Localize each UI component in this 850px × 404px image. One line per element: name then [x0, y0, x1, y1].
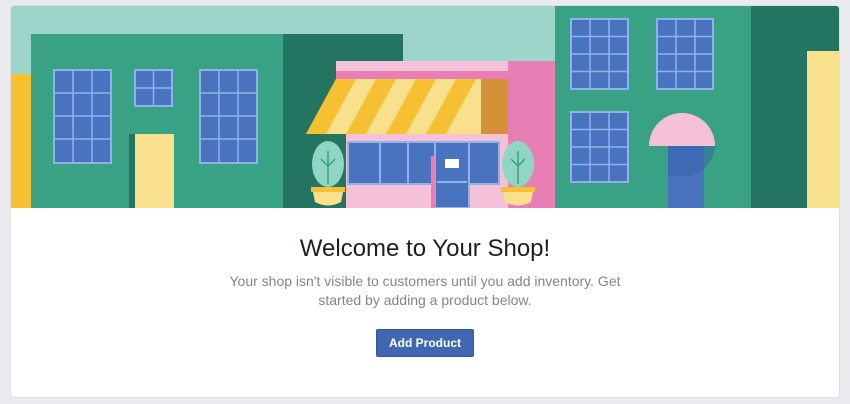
storefront-illustration — [11, 6, 839, 208]
welcome-description: Your shop isn't visible to customers unt… — [229, 273, 621, 308]
shop-welcome-card: Welcome to Your Shop! Your shop isn't vi… — [10, 5, 840, 398]
welcome-content: Welcome to Your Shop! Your shop isn't vi… — [11, 208, 839, 397]
welcome-title: Welcome to Your Shop! — [299, 235, 551, 262]
add-product-button[interactable]: Add Product — [376, 329, 474, 357]
